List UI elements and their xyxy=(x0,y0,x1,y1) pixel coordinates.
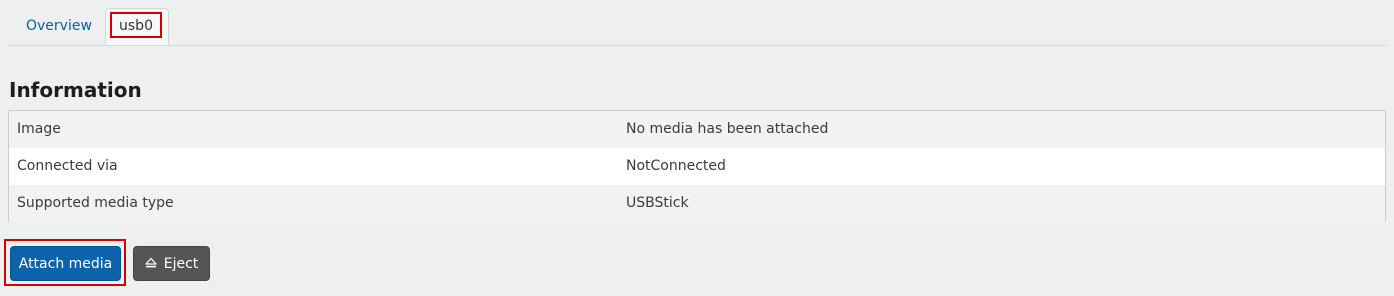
attach-media-button[interactable]: Attach media xyxy=(10,246,121,281)
row-key-connected-via: Connected via xyxy=(17,158,118,174)
row-key-image: Image xyxy=(17,121,61,137)
row-value-image: No media has been attached xyxy=(626,121,829,137)
table-row: Supported media type USBStick xyxy=(9,185,1385,222)
row-key-supported-media-type: Supported media type xyxy=(17,195,174,211)
information-heading: Information xyxy=(9,78,142,102)
row-value-supported-media-type: USBStick xyxy=(626,195,689,211)
table-row: Connected via NotConnected xyxy=(9,148,1385,185)
eject-button[interactable]: Eject xyxy=(133,246,210,281)
table-row: Image No media has been attached xyxy=(9,111,1385,148)
tab-usb0-label: usb0 xyxy=(110,12,162,38)
tab-overview[interactable]: Overview xyxy=(26,8,92,44)
eject-button-label: Eject xyxy=(163,256,199,272)
row-value-connected-via: NotConnected xyxy=(626,158,726,174)
eject-icon xyxy=(145,257,157,269)
information-table: Image No media has been attached Connect… xyxy=(8,110,1386,222)
tab-usb0[interactable]: usb0 xyxy=(105,8,169,45)
tab-bar: Overview usb0 xyxy=(8,0,1386,46)
